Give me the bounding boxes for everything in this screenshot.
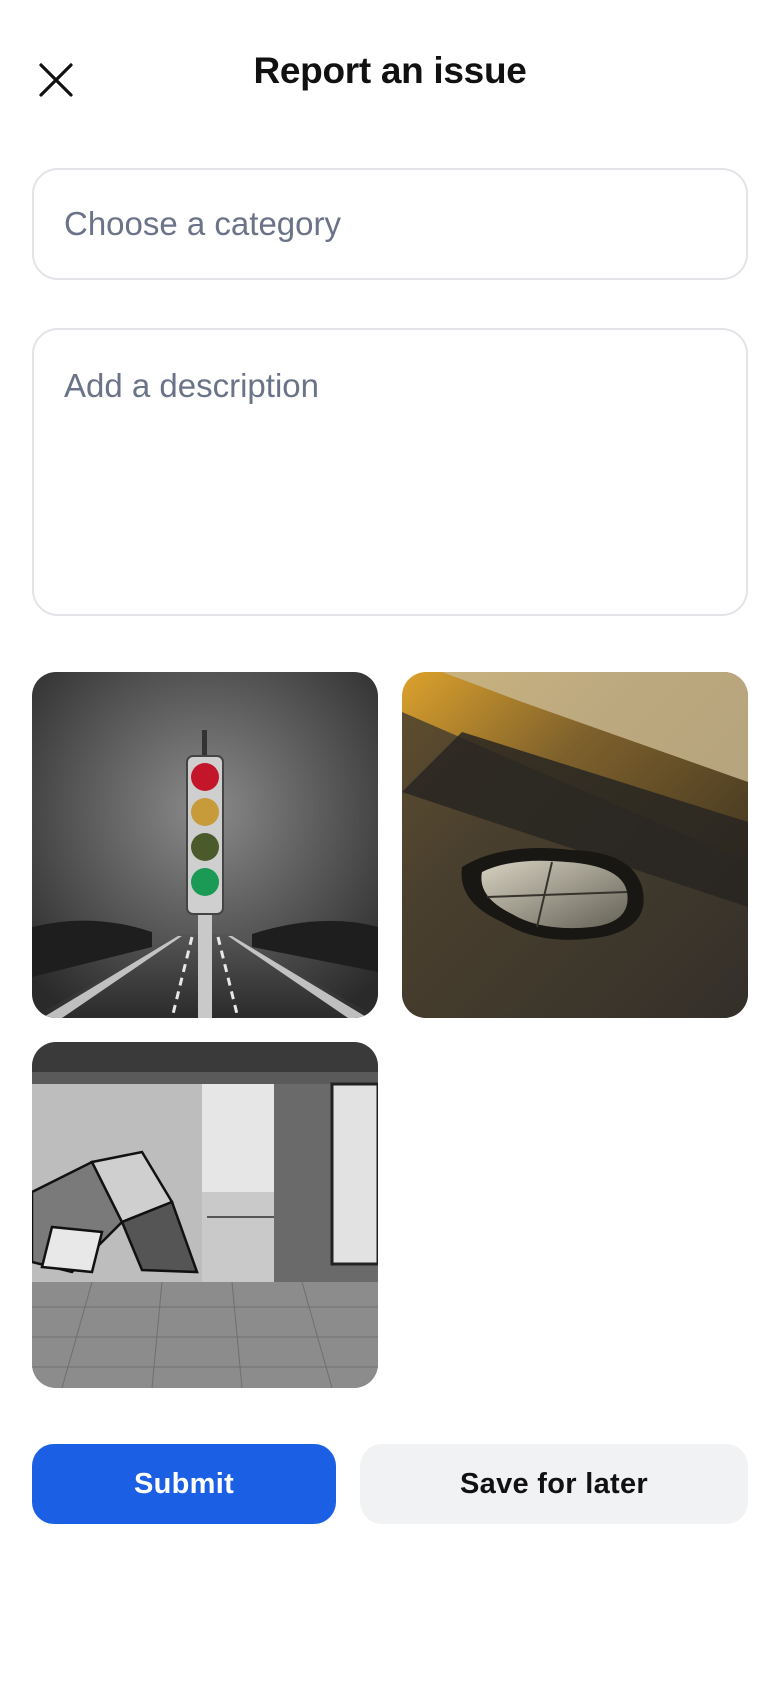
photo-thumbnail[interactable] — [32, 1042, 378, 1388]
page-title: Report an issue — [253, 50, 527, 91]
category-placeholder: Choose a category — [64, 205, 342, 242]
photo-thumbnail[interactable] — [402, 672, 748, 1018]
traffic-light-image — [32, 672, 378, 1018]
save-for-later-button[interactable]: Save for later — [360, 1444, 748, 1524]
category-select[interactable]: Choose a category — [32, 168, 748, 280]
submit-button[interactable]: Submit — [32, 1444, 336, 1524]
pothole-image — [402, 672, 748, 1018]
header: Report an issue — [0, 0, 780, 155]
description-field[interactable] — [32, 328, 748, 616]
photo-thumbnail[interactable] — [32, 672, 378, 1018]
graffiti-room-image — [32, 1042, 378, 1388]
